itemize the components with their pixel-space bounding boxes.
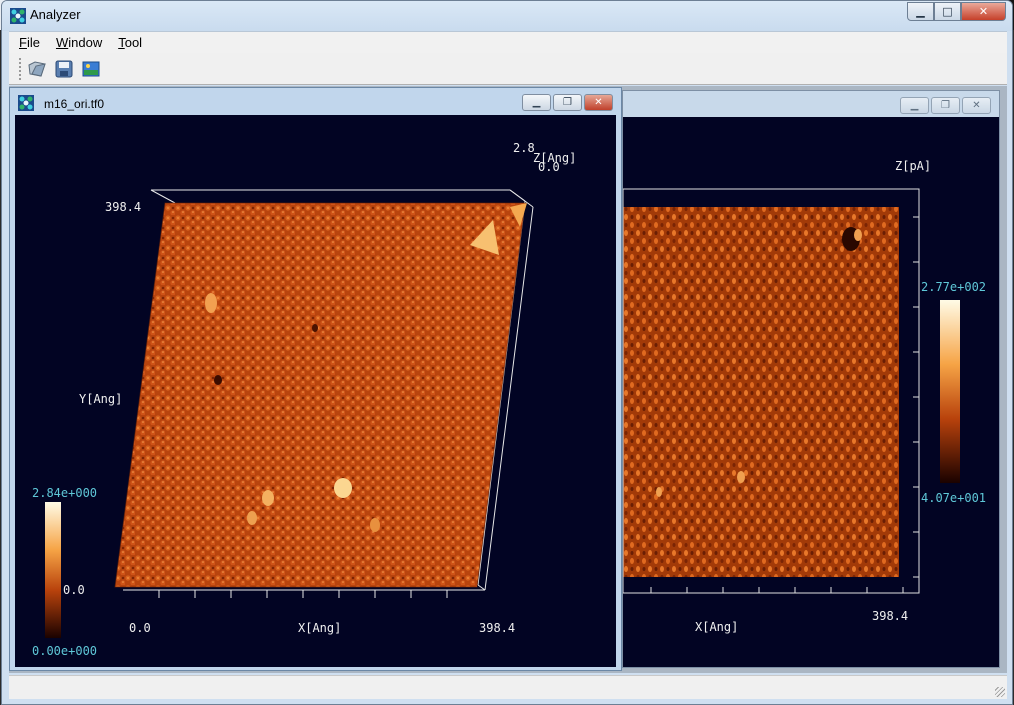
title-bar[interactable]: Analyzer ▁ □ ✕ bbox=[2, 1, 1012, 31]
close-button[interactable]: ✕ bbox=[961, 2, 1006, 21]
minimize-icon: ▁ bbox=[916, 5, 925, 18]
3d-z-min-label: 0.0 bbox=[538, 160, 560, 174]
3d-x-max-label: 398.4 bbox=[479, 621, 516, 635]
open-icon bbox=[28, 60, 46, 77]
3d-colorbar bbox=[45, 502, 61, 638]
2d-colorbar-min: 4.07e+001 bbox=[921, 491, 987, 505]
close-icon: ✕ bbox=[594, 97, 603, 108]
save-icon bbox=[55, 60, 73, 77]
child-minimize-button-2d[interactable]: ▁ bbox=[900, 97, 929, 114]
maximize-icon: □ bbox=[942, 5, 953, 18]
restore-icon: ❐ bbox=[941, 100, 950, 111]
minimize-icon: ▁ bbox=[532, 97, 541, 108]
app-icon bbox=[10, 8, 26, 24]
plot-area-2d[interactable]: Z[pA] 2.77e+002 4.07e+001 X[Ang] 398.4 bbox=[623, 117, 999, 667]
restore-icon: ❐ bbox=[563, 97, 572, 108]
child-title-bar-3d[interactable]: m16_ori.tf0 ▁ ❐ ✕ bbox=[10, 88, 621, 116]
minimize-icon: ▁ bbox=[910, 100, 919, 111]
app-title: Analyzer bbox=[30, 7, 81, 22]
menu-file[interactable]: File bbox=[19, 35, 40, 50]
3d-z-max-label: 2.8 bbox=[513, 141, 535, 155]
toolbar bbox=[9, 53, 1007, 85]
2d-z-axis-label: Z[pA] bbox=[895, 159, 932, 173]
2d-x-max-label: 398.4 bbox=[872, 609, 909, 623]
file-icon bbox=[18, 95, 34, 111]
child-restore-button[interactable]: ❐ bbox=[553, 94, 582, 111]
child-minimize-button[interactable]: ▁ bbox=[522, 94, 551, 111]
child-restore-button-2d[interactable]: ❐ bbox=[931, 97, 960, 114]
2d-x-axis-label: X[Ang] bbox=[695, 620, 739, 634]
3d-colorbar-mid: 0.0 bbox=[63, 583, 85, 597]
3d-surface-image bbox=[115, 203, 525, 587]
3d-surface-svg[interactable] bbox=[15, 115, 616, 667]
child-title-bar-2d[interactable]: ▁ ❐ ✕ bbox=[623, 91, 999, 119]
3d-x-min-label: 0.0 bbox=[129, 621, 151, 635]
export-image-button[interactable] bbox=[80, 58, 102, 80]
child-window-title: m16_ori.tf0 bbox=[44, 97, 105, 111]
maximize-button[interactable]: □ bbox=[934, 2, 961, 21]
2d-heatmap-svg[interactable] bbox=[623, 117, 999, 667]
3d-x-axis-label: X[Ang] bbox=[298, 621, 342, 635]
toolbar-grip[interactable] bbox=[19, 57, 22, 80]
save-button[interactable] bbox=[53, 58, 75, 80]
2d-y-ticks bbox=[913, 216, 919, 578]
3d-colorbar-min: 0.00e+000 bbox=[32, 644, 98, 658]
menu-bar: File Window Tool bbox=[9, 31, 1007, 53]
minimize-button[interactable]: ▁ bbox=[907, 2, 934, 21]
child-window-2d: ▁ ❐ ✕ Z[pA] 2.77e+002 4.07e+001 X[Ang] 3… bbox=[622, 90, 1000, 668]
menu-window[interactable]: Window bbox=[56, 35, 102, 50]
2d-colorbar-max: 2.77e+002 bbox=[921, 280, 987, 294]
open-button[interactable] bbox=[26, 58, 48, 80]
2d-heatmap-image bbox=[623, 207, 899, 577]
close-icon: ✕ bbox=[972, 100, 981, 111]
child-close-button[interactable]: ✕ bbox=[584, 94, 613, 111]
2d-x-ticks bbox=[650, 587, 904, 593]
3d-y-max-label: 398.4 bbox=[105, 200, 142, 214]
close-icon: ✕ bbox=[978, 5, 989, 18]
status-bar bbox=[9, 675, 1007, 699]
3d-colorbar-max: 2.84e+000 bbox=[32, 486, 98, 500]
menu-tool[interactable]: Tool bbox=[118, 35, 142, 50]
2d-colorbar bbox=[940, 300, 960, 483]
child-window-3d: m16_ori.tf0 ▁ ❐ ✕ 2.8 Z[Ang] 0.0 398.4 Y… bbox=[9, 87, 622, 671]
image-icon bbox=[82, 61, 100, 76]
resize-grip[interactable] bbox=[995, 687, 1005, 697]
3d-y-axis-label: Y[Ang] bbox=[79, 392, 123, 406]
child-close-button-2d[interactable]: ✕ bbox=[962, 97, 991, 114]
plot-area-3d[interactable]: 2.8 Z[Ang] 0.0 398.4 Y[Ang] 0.0 X[Ang] 3… bbox=[15, 115, 616, 667]
3d-x-ticks bbox=[123, 589, 485, 598]
